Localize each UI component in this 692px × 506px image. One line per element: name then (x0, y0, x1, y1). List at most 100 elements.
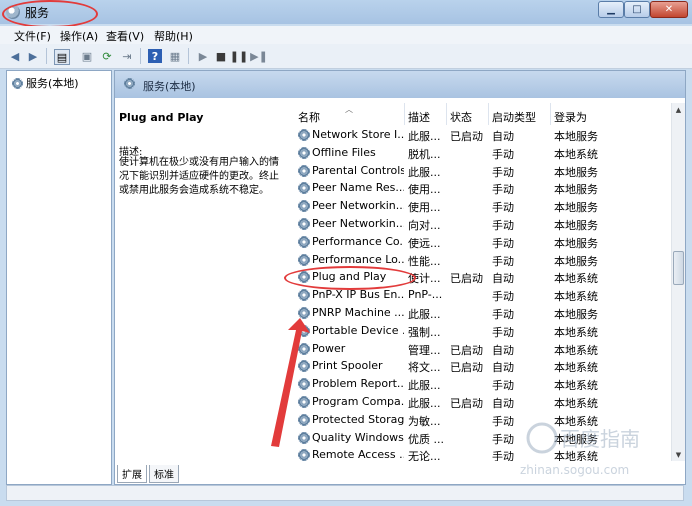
services-list: 名称 ︿ 描述 状态 启动类型 登录为 Network Store I... 此服… (295, 103, 671, 461)
title-bar[interactable]: 服务 ▁ □ ✕ (0, 0, 692, 24)
service-row[interactable]: Performance Lo... 性能... 手动 本地服务 (295, 250, 671, 268)
column-header-startup-type[interactable]: 启动类型 (489, 103, 551, 125)
properties-icon[interactable]: ▣ (80, 49, 94, 63)
maximize-icon: □ (632, 3, 642, 15)
service-row[interactable]: Portable Device ... 强制... 手动 本地系统 (295, 321, 671, 339)
column-header-description[interactable]: 描述 (405, 103, 447, 125)
service-description: 使计... (408, 272, 441, 286)
service-gear-icon (298, 307, 310, 319)
service-row[interactable]: Power 管理... 已启动 自动 本地系统 (295, 339, 671, 357)
service-gear-icon (298, 324, 310, 337)
show-hide-pane-icon[interactable]: ▦ (168, 49, 182, 63)
service-gear-icon (298, 449, 310, 461)
column-header-name[interactable]: 名称 ︿ (295, 103, 405, 125)
service-row[interactable]: Network Store I... 此服... 已启动 自动 本地服务 (295, 125, 671, 143)
watermark: 百度指南 zhinan.sogou.com (520, 422, 640, 477)
service-startup-type: 自动 (492, 272, 514, 286)
service-description: 此服... (408, 165, 441, 179)
service-row[interactable]: Print Spooler 将文... 已启动 自动 本地系统 (295, 356, 671, 374)
menu-action[interactable]: 操作(A) (60, 28, 98, 44)
service-row[interactable]: PNRP Machine ... 此服... 手动 本地服务 (295, 303, 671, 321)
service-status: 已启动 (450, 397, 483, 410)
service-detail-description: 使计算机在极少或没有用户输入的情况下能识别并适应硬件的更改。终止或禁用此服务会造… (119, 157, 279, 196)
service-name: Peer Networkin... (312, 217, 404, 230)
menu-help[interactable]: 帮助(H) (154, 28, 193, 44)
service-name: Peer Networkin... (312, 199, 404, 213)
column-header-label: 登录为 (554, 111, 587, 124)
service-row[interactable]: Peer Name Res... 使用... 手动 本地服务 (295, 178, 671, 196)
service-logon-as: 本地服务 (554, 201, 598, 215)
service-gear-icon (298, 218, 310, 230)
toolbar-separator (188, 48, 189, 64)
service-row[interactable]: Program Compa... 此服... 已启动 自动 本地系统 (295, 392, 671, 410)
menu-file[interactable]: 文件(F) (14, 28, 51, 44)
back-arrow-icon[interactable]: ◀ (8, 49, 22, 63)
help-icon[interactable]: ? (148, 49, 162, 63)
service-startup-type: 自动 (492, 130, 514, 143)
vertical-scrollbar[interactable]: ▲ ▼ (671, 103, 685, 461)
service-gear-icon (298, 235, 310, 248)
scrollbar-thumb[interactable] (673, 251, 684, 285)
service-row[interactable]: Performance Co... 使远... 手动 本地服务 (295, 232, 671, 250)
service-description: 优质 ... (408, 432, 444, 446)
service-logon-as: 本地系统 (554, 379, 598, 393)
export-list-icon[interactable]: ⇥ (120, 49, 134, 63)
service-name: Protected Storage (312, 412, 404, 426)
service-gear-icon (298, 378, 310, 391)
pause-service-icon[interactable]: ❚❚ (230, 49, 248, 63)
service-name: Offline Files (312, 145, 376, 159)
service-row[interactable]: Offline Files 脱机... 手动 本地系统 (295, 143, 671, 161)
service-row[interactable]: Plug and Play 使计... 已启动 自动 本地系统 (295, 267, 671, 285)
service-description: 此服... (408, 308, 441, 321)
service-gear-icon (298, 360, 310, 373)
service-name: Power (312, 341, 346, 355)
service-logon-as: 本地系统 (554, 325, 598, 339)
service-row[interactable]: Parental Controls 此服... 手动 本地服务 (295, 161, 671, 179)
sort-ascending-icon: ︿ (345, 105, 353, 114)
close-button[interactable]: ✕ (650, 1, 688, 18)
service-description: 性能... (408, 254, 441, 268)
service-row[interactable]: Peer Networkin... 使用... 手动 本地服务 (295, 196, 671, 214)
scroll-up-icon[interactable]: ▲ (672, 103, 685, 116)
column-header-label: 启动类型 (492, 111, 536, 124)
maximize-button[interactable]: □ (624, 1, 650, 18)
forward-arrow-icon[interactable]: ▶ (26, 49, 40, 63)
service-startup-type: 手动 (492, 325, 514, 339)
refresh-icon[interactable]: ⟳ (100, 49, 114, 63)
service-startup-type: 手动 (492, 147, 514, 161)
service-gear-icon (298, 342, 310, 355)
service-status: 已启动 (450, 361, 483, 375)
stop-service-icon[interactable]: ■ (214, 49, 228, 63)
column-header-logon-as[interactable]: 登录为 (551, 103, 671, 125)
tab-extended[interactable]: 扩展 (117, 465, 147, 483)
service-name: Remote Access ... (312, 448, 404, 461)
service-logon-as: 本地服务 (554, 183, 598, 197)
service-row[interactable]: PnP-X IP Bus En... PnP-... 手动 本地系统 (295, 285, 671, 303)
service-logon-as: 本地服务 (554, 254, 598, 268)
console-tree-icon[interactable]: ▤ (54, 49, 70, 65)
service-row[interactable]: Problem Report... 此服... 手动 本地系统 (295, 374, 671, 392)
minimize-button[interactable]: ▁ (598, 1, 624, 18)
service-detail-title: Plug and Play (119, 111, 204, 124)
tab-standard[interactable]: 标准 (149, 465, 179, 483)
start-service-icon[interactable]: ▶ (196, 49, 210, 63)
column-header-label: 描述 (408, 111, 430, 124)
service-startup-type: 手动 (492, 165, 514, 179)
service-name: PnP-X IP Bus En... (312, 288, 404, 302)
service-gear-icon (298, 129, 310, 141)
service-gear-icon (298, 431, 310, 444)
menu-view[interactable]: 查看(V) (106, 28, 144, 44)
tree-item-label: 服务(本地) (26, 77, 79, 90)
restart-service-icon[interactable]: ▶❚ (250, 49, 268, 63)
service-gear-icon (298, 146, 310, 159)
service-description: 脱机... (408, 147, 441, 161)
service-logon-as: 本地服务 (554, 165, 598, 179)
service-startup-type: 自动 (492, 361, 514, 375)
pane-header-title: 服务(本地) (143, 80, 196, 93)
service-name: Problem Report... (312, 377, 404, 391)
service-row[interactable]: Peer Networkin... 向对... 手动 本地服务 (295, 214, 671, 232)
column-header-status[interactable]: 状态 (447, 103, 489, 125)
service-gear-icon (298, 271, 310, 284)
tree-item-services-local[interactable]: 服务(本地) (12, 75, 79, 91)
service-gear-icon (298, 413, 310, 426)
